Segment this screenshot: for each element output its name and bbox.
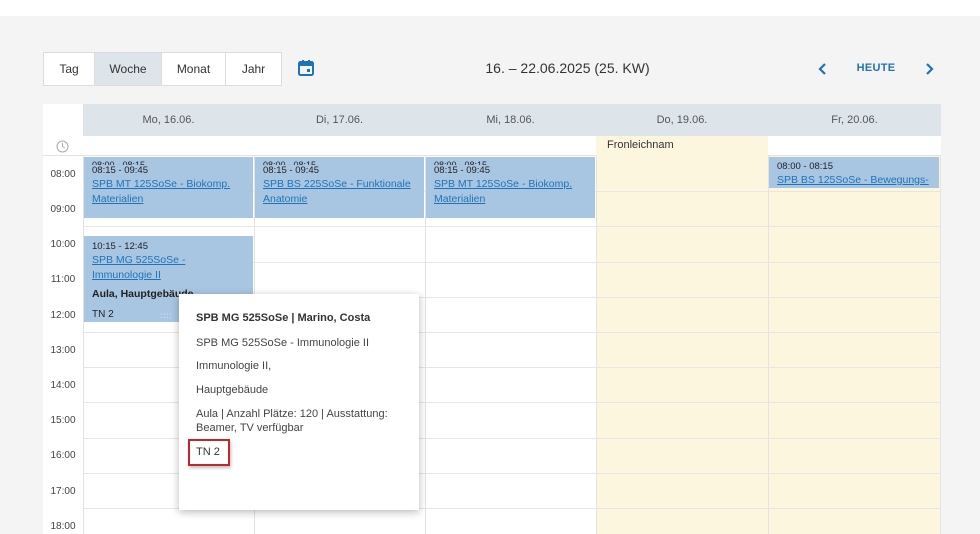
popup-line3: Hauptgebäude [196, 384, 269, 396]
week-calendar: Mo, 16.06. Di, 17.06. Mi, 18.06. Do, 19.… [43, 104, 941, 534]
hour-label: 17:00 [50, 486, 76, 497]
date-range-title: 16. – 22.06.2025 (25. KW) [485, 60, 650, 76]
resize-handle[interactable]: :::: [160, 311, 173, 320]
today-button[interactable]: HEUTE [849, 62, 903, 74]
day-header-mon[interactable]: Mo, 16.06. [83, 104, 254, 136]
hour-label: 12:00 [50, 310, 76, 321]
hour-label: 08:00 [50, 169, 76, 180]
event-fri-bewegung[interactable]: 08:00 - 08:15 SPB BS 125SoSe - Bewegungs… [769, 157, 939, 188]
event-time: 08:15 - 09:45 [92, 165, 148, 176]
event-time: 10:15 - 12:45 [92, 241, 148, 252]
event-time: 08:00 - 08:15 [777, 161, 833, 172]
event-time: 08:15 - 09:45 [263, 165, 319, 176]
event-title-link[interactable]: SPB MT 125SoSe - Biokomp. Materialien [434, 177, 587, 207]
day-header-tue[interactable]: Di, 17.06. [254, 104, 425, 136]
view-day-button[interactable]: Tag [44, 53, 95, 85]
event-title-link[interactable]: SPB MT 125SoSe - Biokomp. Materialien [92, 177, 245, 207]
view-week-button[interactable]: Woche [95, 53, 162, 85]
view-month-button[interactable]: Monat [162, 53, 226, 85]
view-year-button[interactable]: Jahr [226, 53, 281, 85]
popup-participants: TN 2 [196, 446, 220, 458]
top-bar [0, 0, 980, 16]
event-title-link[interactable]: SPB BS 125SoSe - Bewegungs- [777, 173, 931, 188]
event-title-link[interactable]: SPB BS 225SoSe - Funktionale Anatomie [263, 177, 416, 207]
view-switcher: Tag Woche Monat Jahr [43, 52, 282, 86]
popup-line2: Immunologie II, [196, 360, 272, 372]
popup-room-info: Aula | Anzahl Plätze: 120 | Ausstattung:… [196, 408, 388, 434]
column-divider [768, 156, 769, 534]
hour-label: 11:00 [50, 274, 76, 285]
chevron-left-icon[interactable] [815, 60, 831, 78]
day-header-thu[interactable]: Do, 19.06. [596, 104, 768, 136]
clock-icon [56, 140, 69, 153]
hour-label: 10:00 [50, 239, 76, 250]
hour-label: 09:00 [50, 204, 76, 215]
event-details-popup: SPB MG 525SoSe | Marino, Costa SPB MG 52… [179, 294, 419, 510]
day-header-fri[interactable]: Fr, 20.06. [768, 104, 941, 136]
event-wed-biokomp[interactable]: 08:00 - 08:15 08:15 - 09:45 SPB MT 125So… [426, 157, 595, 218]
column-divider [596, 156, 597, 534]
hour-label: 15:00 [50, 415, 76, 426]
hour-label: 14:00 [50, 380, 76, 391]
event-mon-biokomp[interactable]: 08:00 - 08:15 08:15 - 09:45 SPB MT 125So… [84, 157, 253, 218]
hour-label: 16:00 [50, 450, 76, 461]
event-tue-anatomie[interactable]: 08:00 - 08:15 08:15 - 09:45 SPB BS 225So… [255, 157, 424, 218]
holiday-label[interactable]: Fronleichnam [607, 139, 674, 151]
hour-line [83, 226, 941, 227]
column-divider [940, 156, 941, 534]
holiday-column-thu [596, 156, 768, 534]
popup-title: SPB MG 525SoSe | Marino, Costa [196, 312, 371, 324]
hour-label: 13:00 [50, 345, 76, 356]
hour-label: 18:00 [50, 521, 76, 532]
time-gutter-header [43, 104, 83, 136]
calendar-picker-icon[interactable] [297, 59, 315, 77]
chevron-right-icon[interactable] [921, 60, 937, 78]
event-time: 08:15 - 09:45 [434, 165, 490, 176]
day-header-wed[interactable]: Mi, 18.06. [425, 104, 596, 136]
holiday-column-fri [768, 156, 941, 534]
event-title-link[interactable]: SPB MG 525SoSe - Immunologie II [92, 253, 245, 283]
popup-course: SPB MG 525SoSe - Immunologie II [196, 337, 370, 349]
all-day-row [43, 136, 941, 156]
